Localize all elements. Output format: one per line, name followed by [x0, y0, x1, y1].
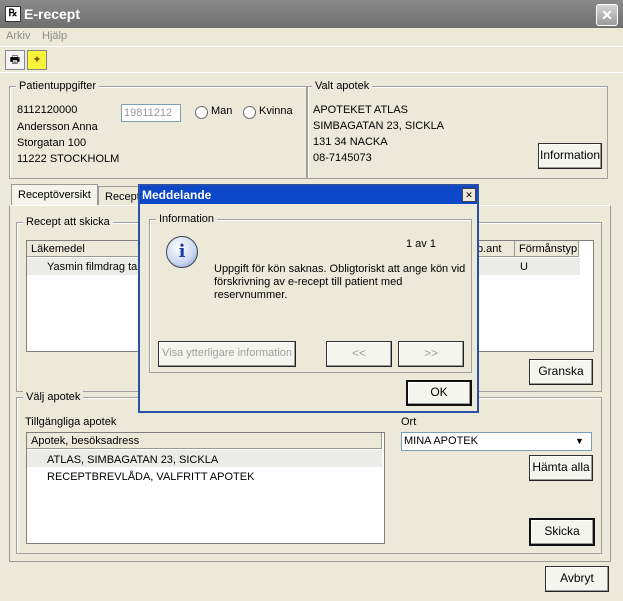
gender-kvinna-label: Kvinna — [259, 105, 293, 117]
menu-arkiv[interactable]: Arkiv — [6, 30, 30, 42]
printer-icon: 🖶 — [9, 54, 21, 66]
pharmacy-group-title: Valt apotek — [312, 80, 373, 92]
patient-group-title: Patientuppgifter — [16, 80, 100, 92]
menu-bar — [0, 28, 623, 46]
patient-street: Storgatan 100 — [17, 137, 87, 149]
title-bar — [0, 0, 623, 28]
pharmacy-city: 131 34 NACKA — [313, 136, 388, 148]
recipe-drug: Yasmin filmdrag tab — [47, 261, 144, 273]
gender-kvinna-radio[interactable] — [243, 106, 256, 119]
app-icon: ℞ — [5, 6, 21, 22]
next-button[interactable]: >> — [398, 341, 464, 367]
dialog-title: Meddelande — [140, 186, 477, 204]
information-button[interactable]: Information — [538, 143, 602, 169]
recipe-benefit: U — [520, 261, 528, 273]
dialog-close-button[interactable]: ✕ — [462, 188, 476, 202]
place-label: Ort — [401, 416, 417, 428]
dialog-counter: 1 av 1 — [406, 238, 436, 250]
window-title: E-recept — [24, 6, 81, 22]
pharmacy-street: SIMBAGATAN 23, SICKLA — [313, 120, 445, 132]
place-value: MINA APOTEK — [404, 435, 478, 447]
message-dialog: Meddelande ✕ Information i 1 av 1 Uppgif… — [138, 184, 479, 413]
skicka-button[interactable]: Skicka — [529, 518, 595, 546]
dialog-info-title: Information — [156, 213, 218, 225]
ok-button[interactable]: OK — [406, 380, 472, 406]
print-button[interactable]: 🖶 — [5, 50, 25, 70]
hamta-alla-button[interactable]: Hämta alla — [529, 455, 593, 481]
recipes-group-title: Recept att skicka — [23, 216, 113, 228]
dialog-message: Uppgift för kön saknas. Obligtoriskt att… — [214, 263, 466, 301]
choose-pharmacy-title: Välj apotek — [23, 391, 84, 403]
col-bant[interactable]: b.ant — [473, 241, 515, 257]
prev-button[interactable]: << — [326, 341, 392, 367]
pharmacy-name: APOTEKET ATLAS — [313, 104, 408, 116]
patient-city: 11222 STOCKHOLM — [17, 153, 120, 165]
patient-name: Andersson Anna — [17, 121, 98, 133]
new-document-icon: ✦ — [32, 54, 42, 66]
pharmacy-item-2[interactable]: RECEPTBREVLÅDA, VALFRITT APOTEK — [47, 471, 254, 483]
pharmacy-item-1: ATLAS, SIMBAGATAN 23, SICKLA — [47, 454, 219, 466]
gender-man-label: Man — [211, 105, 233, 117]
toolbar-separator — [0, 72, 623, 73]
more-info-button[interactable]: Visa ytterligare information — [158, 341, 296, 367]
patient-id: 8112120000 — [17, 104, 78, 116]
window-close-button[interactable]: ✕ — [596, 4, 618, 26]
menu-separator — [0, 46, 623, 47]
pharmacy-phone: 08-7145073 — [313, 152, 372, 164]
reserve-number-field[interactable]: 19811212 — [121, 104, 181, 122]
col-apotek[interactable]: Apotek, besöksadress — [27, 433, 382, 449]
gender-man-radio[interactable] — [195, 106, 208, 119]
granska-button[interactable]: Granska — [529, 359, 593, 385]
avbryt-button[interactable]: Avbryt — [545, 566, 609, 592]
col-formanstyp[interactable]: Förmånstyp — [515, 241, 579, 257]
info-icon: i — [166, 236, 198, 268]
tab-receptoversikt[interactable]: Receptöversikt — [11, 184, 98, 206]
chevron-down-icon[interactable]: ▼ — [575, 436, 584, 446]
new-button[interactable]: ✦ — [27, 50, 47, 70]
menu-hjalp[interactable]: Hjälp — [42, 30, 67, 42]
available-pharmacies-label: Tillgängliga apotek — [25, 416, 117, 428]
